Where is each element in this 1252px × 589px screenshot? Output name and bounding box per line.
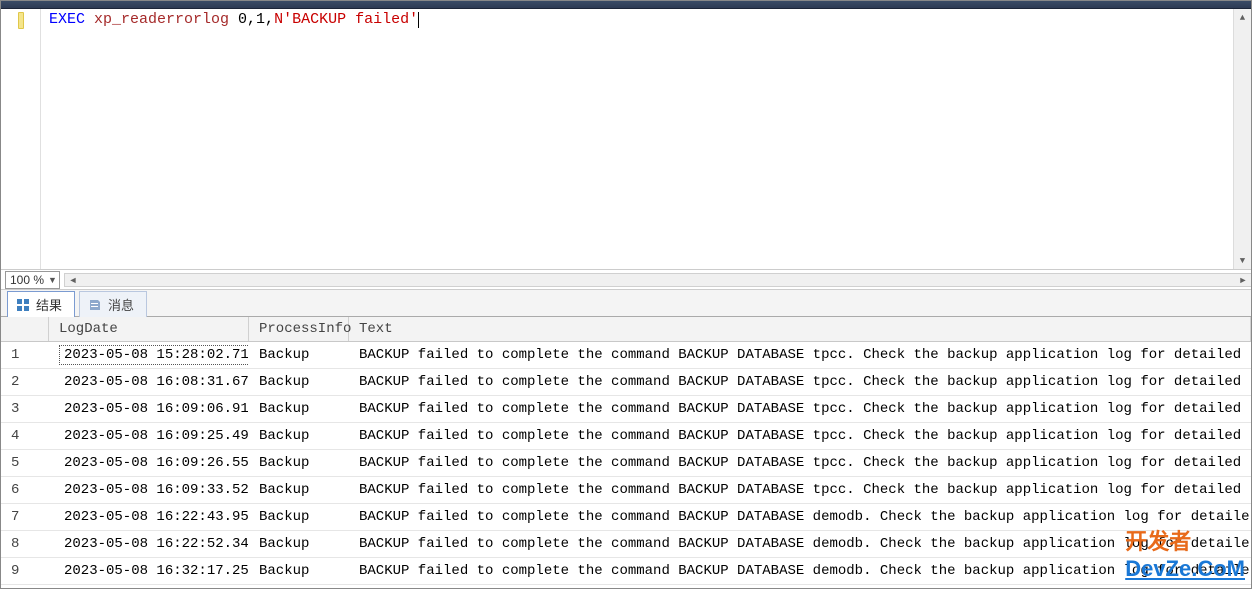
scroll-track[interactable]: [1234, 26, 1251, 252]
note-icon: [88, 298, 102, 312]
grid-body: 12023-05-08 15:28:02.710BackupBACKUP fai…: [1, 342, 1251, 585]
row-number[interactable]: 3: [1, 398, 49, 420]
table-row[interactable]: 62023-05-08 16:09:33.520BackupBACKUP fai…: [1, 477, 1251, 504]
cell-text[interactable]: BACKUP failed to complete the command BA…: [349, 425, 1251, 447]
text-caret: [418, 12, 419, 28]
cell-processinfo[interactable]: Backup: [249, 398, 349, 420]
row-number[interactable]: 7: [1, 506, 49, 528]
cell-logdate[interactable]: 2023-05-08 16:09:25.490: [49, 423, 249, 449]
table-row[interactable]: 12023-05-08 15:28:02.710BackupBACKUP fai…: [1, 342, 1251, 369]
sql-string-body: 'BACKUP failed': [283, 11, 418, 28]
scroll-down-icon[interactable]: ▼: [1234, 252, 1251, 269]
grid-header-logdate[interactable]: LogDate: [49, 317, 249, 341]
kw-exec: EXEC: [49, 11, 85, 28]
results-grid: LogDate ProcessInfo Text 12023-05-08 15:…: [1, 317, 1251, 588]
zoom-value: 100 %: [10, 273, 44, 287]
sql-args: 0,1,: [238, 11, 274, 28]
cell-logdate[interactable]: 2023-05-08 16:32:17.250: [49, 558, 249, 584]
results-tabbar: 结果 消息: [1, 289, 1251, 317]
chevron-down-icon: ▼: [48, 275, 57, 285]
cell-logdate[interactable]: 2023-05-08 16:22:52.340: [49, 531, 249, 557]
grid-header-text[interactable]: Text: [349, 317, 1251, 341]
grid-header-row: LogDate ProcessInfo Text: [1, 317, 1251, 342]
cell-processinfo[interactable]: Backup: [249, 452, 349, 474]
row-number[interactable]: 4: [1, 425, 49, 447]
sql-editor-region: EXEC xp_readerrorlog 0,1,N'BACKUP failed…: [1, 9, 1251, 269]
cell-text[interactable]: BACKUP failed to complete the command BA…: [349, 506, 1251, 528]
table-row[interactable]: 82023-05-08 16:22:52.340BackupBACKUP fai…: [1, 531, 1251, 558]
ssms-window: EXEC xp_readerrorlog 0,1,N'BACKUP failed…: [0, 0, 1252, 589]
tab-results-label: 结果: [36, 295, 62, 314]
cell-text[interactable]: BACKUP failed to complete the command BA…: [349, 452, 1251, 474]
row-number[interactable]: 8: [1, 533, 49, 555]
cell-text[interactable]: BACKUP failed to complete the command BA…: [349, 533, 1251, 555]
cell-text[interactable]: BACKUP failed to complete the command BA…: [349, 398, 1251, 420]
grid-header-rownum[interactable]: [1, 317, 49, 341]
sql-string-prefix: N: [274, 11, 283, 28]
tab-messages-label: 消息: [108, 295, 134, 314]
cell-processinfo[interactable]: Backup: [249, 479, 349, 501]
table-row[interactable]: 72023-05-08 16:22:43.950BackupBACKUP fai…: [1, 504, 1251, 531]
row-number[interactable]: 2: [1, 371, 49, 393]
table-row[interactable]: 32023-05-08 16:09:06.910BackupBACKUP fai…: [1, 396, 1251, 423]
zoom-dropdown[interactable]: 100 % ▼: [5, 271, 60, 289]
cell-text[interactable]: BACKUP failed to complete the command BA…: [349, 344, 1251, 366]
scroll-left-icon[interactable]: ◄: [65, 275, 81, 285]
tab-messages[interactable]: 消息: [79, 291, 147, 317]
row-number[interactable]: 5: [1, 452, 49, 474]
cell-text[interactable]: BACKUP failed to complete the command BA…: [349, 479, 1251, 501]
row-number[interactable]: 6: [1, 479, 49, 501]
scroll-up-icon[interactable]: ▲: [1234, 9, 1251, 26]
cell-processinfo[interactable]: Backup: [249, 506, 349, 528]
cell-processinfo[interactable]: Backup: [249, 560, 349, 582]
row-number[interactable]: 9: [1, 560, 49, 582]
table-row[interactable]: 22023-05-08 16:08:31.670BackupBACKUP fai…: [1, 369, 1251, 396]
row-number[interactable]: 1: [1, 344, 49, 366]
cell-logdate[interactable]: 2023-05-08 16:08:31.670: [49, 369, 249, 395]
table-row[interactable]: 52023-05-08 16:09:26.550BackupBACKUP fai…: [1, 450, 1251, 477]
cell-text[interactable]: BACKUP failed to complete the command BA…: [349, 560, 1251, 582]
editor-footer-row: 100 % ▼ ◄ ►: [1, 269, 1251, 289]
cell-logdate[interactable]: 2023-05-08 16:09:33.520: [49, 477, 249, 503]
scroll-right-icon[interactable]: ►: [1235, 275, 1251, 285]
grid-header-processinfo[interactable]: ProcessInfo: [249, 317, 349, 341]
tab-results[interactable]: 结果: [7, 291, 75, 317]
cell-logdate[interactable]: 2023-05-08 16:09:06.910: [49, 396, 249, 422]
table-row[interactable]: 42023-05-08 16:09:25.490BackupBACKUP fai…: [1, 423, 1251, 450]
line-change-marker: [18, 12, 24, 29]
editor-vertical-scrollbar[interactable]: ▲ ▼: [1233, 9, 1251, 269]
table-row[interactable]: 92023-05-08 16:32:17.250BackupBACKUP fai…: [1, 558, 1251, 585]
cell-logdate[interactable]: 2023-05-08 16:09:26.550: [49, 450, 249, 476]
editor-horizontal-scrollbar[interactable]: ◄ ►: [64, 273, 1251, 287]
sql-proc-name: xp_readerrorlog: [85, 11, 238, 28]
cell-logdate[interactable]: 2023-05-08 16:22:43.950: [49, 504, 249, 530]
cell-text[interactable]: BACKUP failed to complete the command BA…: [349, 371, 1251, 393]
window-titlebar-strip: [1, 1, 1251, 9]
editor-gutter: [1, 9, 41, 269]
cell-processinfo[interactable]: Backup: [249, 371, 349, 393]
cell-processinfo[interactable]: Backup: [249, 533, 349, 555]
cell-processinfo[interactable]: Backup: [249, 425, 349, 447]
grid-icon: [16, 298, 30, 312]
cell-logdate[interactable]: 2023-05-08 15:28:02.710: [49, 342, 249, 368]
sql-editor[interactable]: EXEC xp_readerrorlog 0,1,N'BACKUP failed…: [41, 9, 1233, 269]
cell-processinfo[interactable]: Backup: [249, 344, 349, 366]
